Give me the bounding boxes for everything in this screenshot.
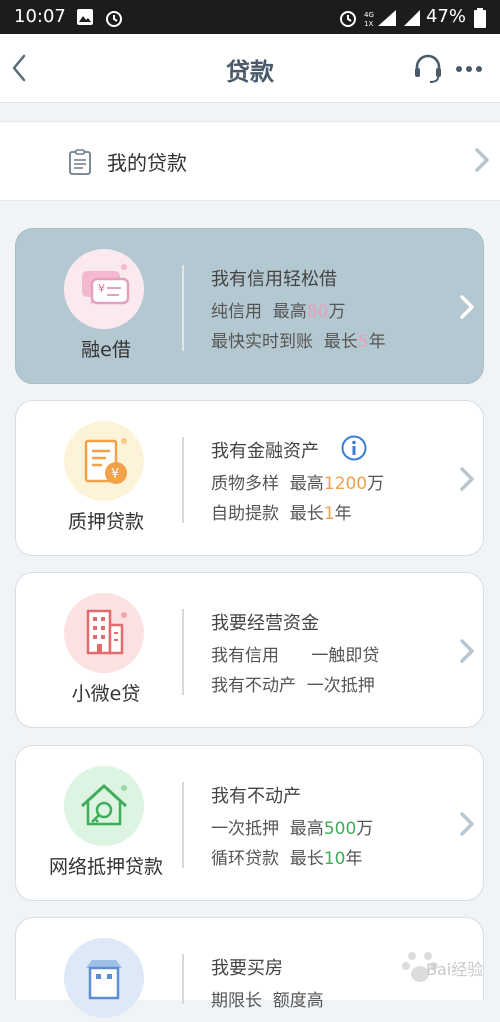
card-detail-1: 一次抵押 最高500万	[211, 819, 374, 839]
card-divider	[182, 609, 184, 695]
card-divider	[182, 265, 184, 351]
signal-4g-icon: 4G1X	[364, 10, 396, 28]
my-loans-row[interactable]: 我的贷款	[0, 121, 500, 201]
pledge-doc-icon: ¥	[84, 438, 127, 484]
signal-icon	[404, 10, 420, 26]
status-bar: 10:07 4G 1X 47%	[0, 0, 500, 34]
card-detail-1: 质物多样 最高1200万	[211, 474, 385, 494]
watermark-text: Bai经验	[426, 960, 484, 979]
battery-percent: 47%	[425, 6, 466, 27]
loan-card-small-business[interactable]: 小微e贷 我要经营资金 我有信用 一触即贷 我有不动产 一次抵押	[15, 572, 484, 728]
image-icon	[77, 9, 93, 25]
card-headline: 我有不动产	[211, 786, 301, 807]
svg-text:¥: ¥	[98, 282, 105, 295]
card-headline: 我有信用轻松借	[211, 269, 337, 290]
battery-icon	[474, 8, 486, 28]
watermark: Bai经验	[396, 944, 496, 996]
card-detail-1: 期限长 额度高	[211, 991, 324, 1011]
small-business-icon-circle	[64, 593, 144, 673]
product-name: 小微e贷	[71, 683, 141, 705]
product-name: 融e借	[81, 339, 131, 361]
pledge-icon-circle: ¥	[64, 421, 144, 501]
alarm-icon	[106, 11, 122, 27]
chevron-right-icon	[460, 295, 474, 319]
svg-text:1X: 1X	[364, 20, 373, 28]
svg-text:4G: 4G	[364, 11, 374, 19]
card-detail-2: 最快实时到账 最长5年	[211, 332, 386, 352]
loan-card-rongejie[interactable]: ¥ 融e借 我有信用轻松借 纯信用 最高80万 最快实时到账 最长5年	[15, 228, 484, 384]
loan-card-pledge[interactable]: ¥ 质押贷款 我有金融资产 质物多样 最高1200万 自助提款 最长1年	[15, 400, 484, 556]
product-name: 质押贷款	[67, 511, 144, 533]
loan-card-online-mortgage[interactable]: 网络抵押贷款 我有不动产 一次抵押 最高500万 循环贷款 最长10年	[15, 745, 484, 901]
my-loans-label: 我的贷款	[107, 151, 187, 175]
rongejie-icon-circle: ¥	[64, 249, 144, 329]
card-divider	[182, 437, 184, 523]
card-headline: 我有金融资产	[211, 441, 319, 462]
chevron-right-icon	[475, 148, 489, 172]
building-icon	[86, 609, 127, 655]
card-divider	[182, 782, 184, 868]
status-time: 10:07	[14, 6, 66, 27]
more-icon[interactable]	[454, 54, 484, 84]
home-purchase-icon-circle	[64, 938, 144, 1018]
alarm-icon	[340, 11, 356, 27]
yen-chat-icon: ¥	[82, 264, 130, 305]
card-detail-2: 我有不动产 一次抵押	[211, 676, 375, 696]
card-detail-1: 纯信用 最高80万	[211, 302, 346, 322]
home-building-icon	[86, 960, 122, 1000]
headset-icon[interactable]	[412, 52, 444, 84]
card-detail-2: 循环贷款 最长10年	[211, 849, 363, 869]
chevron-right-icon	[460, 467, 474, 491]
card-headline: 我要经营资金	[211, 613, 319, 634]
card-headline: 我要买房	[211, 958, 283, 979]
app-header: 贷款	[0, 34, 500, 103]
chevron-right-icon	[460, 639, 474, 663]
document-icon	[69, 149, 91, 175]
house-key-icon	[80, 784, 128, 826]
card-detail-1: 我有信用 一触即贷	[211, 646, 380, 666]
mortgage-icon-circle	[64, 766, 144, 846]
card-detail-2: 自助提款 最长1年	[211, 504, 352, 524]
card-divider	[182, 954, 184, 1004]
info-icon[interactable]	[341, 435, 367, 461]
svg-text:¥: ¥	[111, 467, 119, 482]
chevron-right-icon	[460, 812, 474, 836]
product-name: 网络抵押贷款	[48, 856, 163, 878]
